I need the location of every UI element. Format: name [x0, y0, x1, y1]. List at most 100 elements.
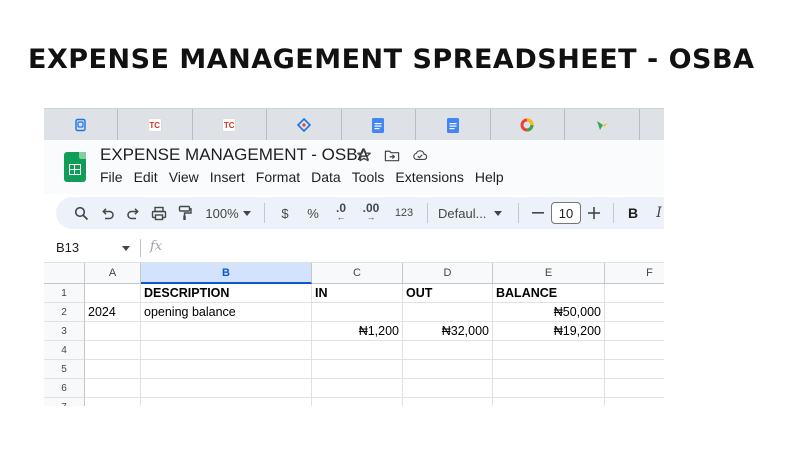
menu-view[interactable]: View	[169, 169, 206, 185]
cell-d6[interactable]	[403, 379, 493, 398]
star-icon[interactable]	[356, 147, 372, 163]
format-currency-button[interactable]: $	[271, 201, 299, 225]
cell-a4[interactable]	[85, 341, 141, 360]
column-header-d[interactable]: D	[403, 263, 493, 284]
cell-c4[interactable]	[312, 341, 403, 360]
increase-decimal-button[interactable]: .00 →	[355, 201, 387, 225]
menu-data[interactable]: Data	[311, 169, 348, 185]
menu-tools[interactable]: Tools	[352, 169, 392, 185]
browser-tab[interactable]	[267, 109, 342, 141]
cell-f4[interactable]	[605, 341, 664, 360]
zoom-select[interactable]: 100%	[198, 201, 258, 225]
browser-tab[interactable]	[44, 109, 118, 141]
google-sheets-logo-icon[interactable]	[64, 152, 86, 182]
column-header-e[interactable]: E	[493, 263, 605, 284]
cell-c2[interactable]	[312, 303, 403, 322]
browser-tab[interactable]: TC	[118, 109, 193, 141]
cell-f2[interactable]	[605, 303, 664, 322]
cell-b3[interactable]	[141, 322, 312, 341]
cell-d1[interactable]: OUT	[403, 284, 493, 303]
cell-c1[interactable]: IN	[312, 284, 403, 303]
cell-f6[interactable]	[605, 379, 664, 398]
cell-f1[interactable]	[605, 284, 664, 303]
print-icon[interactable]	[146, 201, 172, 225]
cell-c3[interactable]: ₦1,200	[312, 322, 403, 341]
undo-icon[interactable]	[94, 201, 120, 225]
cell-b4[interactable]	[141, 341, 312, 360]
cell-e1[interactable]: BALANCE	[493, 284, 605, 303]
cell-d2[interactable]	[403, 303, 493, 322]
cell-b2[interactable]: opening balance	[141, 303, 312, 322]
cell-a5[interactable]	[85, 360, 141, 379]
select-all-corner[interactable]	[44, 263, 85, 284]
menu-file[interactable]: File	[100, 169, 130, 185]
cell-e2[interactable]: ₦50,000	[493, 303, 605, 322]
browser-tab[interactable]	[416, 109, 491, 141]
italic-icon[interactable]: I	[646, 201, 664, 225]
font-size-input[interactable]: 10	[551, 202, 581, 224]
column-header-a[interactable]: A	[85, 263, 141, 284]
cell-e5[interactable]	[493, 360, 605, 379]
cell-e3[interactable]: ₦19,200	[493, 322, 605, 341]
cell-f3[interactable]	[605, 322, 664, 341]
column-header-c[interactable]: C	[312, 263, 403, 284]
format-percent-button[interactable]: %	[299, 201, 327, 225]
row-header-3[interactable]: 3	[44, 322, 85, 341]
menu-edit[interactable]: Edit	[134, 169, 165, 185]
cell-b7[interactable]	[141, 398, 312, 406]
cell-b6[interactable]	[141, 379, 312, 398]
browser-tab[interactable]: TC	[193, 109, 267, 141]
cloud-status-icon[interactable]	[412, 147, 428, 163]
decrease-decimal-button[interactable]: .0 ←	[327, 201, 355, 225]
browser-tab[interactable]	[342, 109, 416, 141]
font-select[interactable]: Defaul...	[434, 201, 512, 225]
cell-b1[interactable]: DESCRIPTION	[141, 284, 312, 303]
row-header-5[interactable]: 5	[44, 360, 85, 379]
cell-c7[interactable]	[312, 398, 403, 406]
cell-d3[interactable]: ₦32,000	[403, 322, 493, 341]
cell-d7[interactable]	[403, 398, 493, 406]
row-header-6[interactable]: 6	[44, 379, 85, 398]
row-header-7[interactable]: 7	[44, 398, 85, 406]
cell-d5[interactable]	[403, 360, 493, 379]
paint-format-icon[interactable]	[172, 201, 198, 225]
column-header-b[interactable]: B	[141, 263, 312, 284]
menu-extensions[interactable]: Extensions	[395, 169, 470, 185]
toolbar: 100% $ % .0 ← .00 → 123 Defaul... 10 B I	[56, 197, 664, 229]
cell-f5[interactable]	[605, 360, 664, 379]
browser-tab[interactable]	[565, 109, 640, 141]
cell-d4[interactable]	[403, 341, 493, 360]
cell-e4[interactable]	[493, 341, 605, 360]
row-header-2[interactable]: 2	[44, 303, 85, 322]
increase-font-size-icon[interactable]	[581, 201, 607, 225]
cell-c5[interactable]	[312, 360, 403, 379]
menu-format[interactable]: Format	[256, 169, 307, 185]
cell-a1[interactable]	[85, 284, 141, 303]
document-title[interactable]: EXPENSE MANAGEMENT - OSBA	[100, 145, 369, 165]
move-folder-icon[interactable]	[384, 147, 400, 163]
menu-insert[interactable]: Insert	[210, 169, 252, 185]
cell-a6[interactable]	[85, 379, 141, 398]
search-menus-icon[interactable]	[68, 201, 94, 225]
cell-a7[interactable]	[85, 398, 141, 406]
cell-f7[interactable]	[605, 398, 664, 406]
sheets-screenshot: TC TC EXPENSE MANAGEMENT - OSBA File Edi…	[44, 108, 664, 406]
cell-c6[interactable]	[312, 379, 403, 398]
redo-icon[interactable]	[120, 201, 146, 225]
cell-a2[interactable]: 2024	[85, 303, 141, 322]
menu-help[interactable]: Help	[475, 169, 511, 185]
chevron-down-icon[interactable]	[122, 246, 130, 251]
arrow-right-icon: →	[366, 212, 376, 222]
cell-a3[interactable]	[85, 322, 141, 341]
cell-b5[interactable]	[141, 360, 312, 379]
cell-e6[interactable]	[493, 379, 605, 398]
decrease-font-size-icon[interactable]	[525, 201, 551, 225]
more-formats-button[interactable]: 123	[387, 201, 421, 225]
name-box[interactable]: B13	[56, 240, 79, 255]
row-header-1[interactable]: 1	[44, 284, 85, 303]
column-header-f[interactable]: F	[605, 263, 664, 284]
browser-tab[interactable]	[491, 109, 565, 141]
bold-button[interactable]: B	[620, 201, 646, 225]
cell-e7[interactable]	[493, 398, 605, 406]
row-header-4[interactable]: 4	[44, 341, 85, 360]
